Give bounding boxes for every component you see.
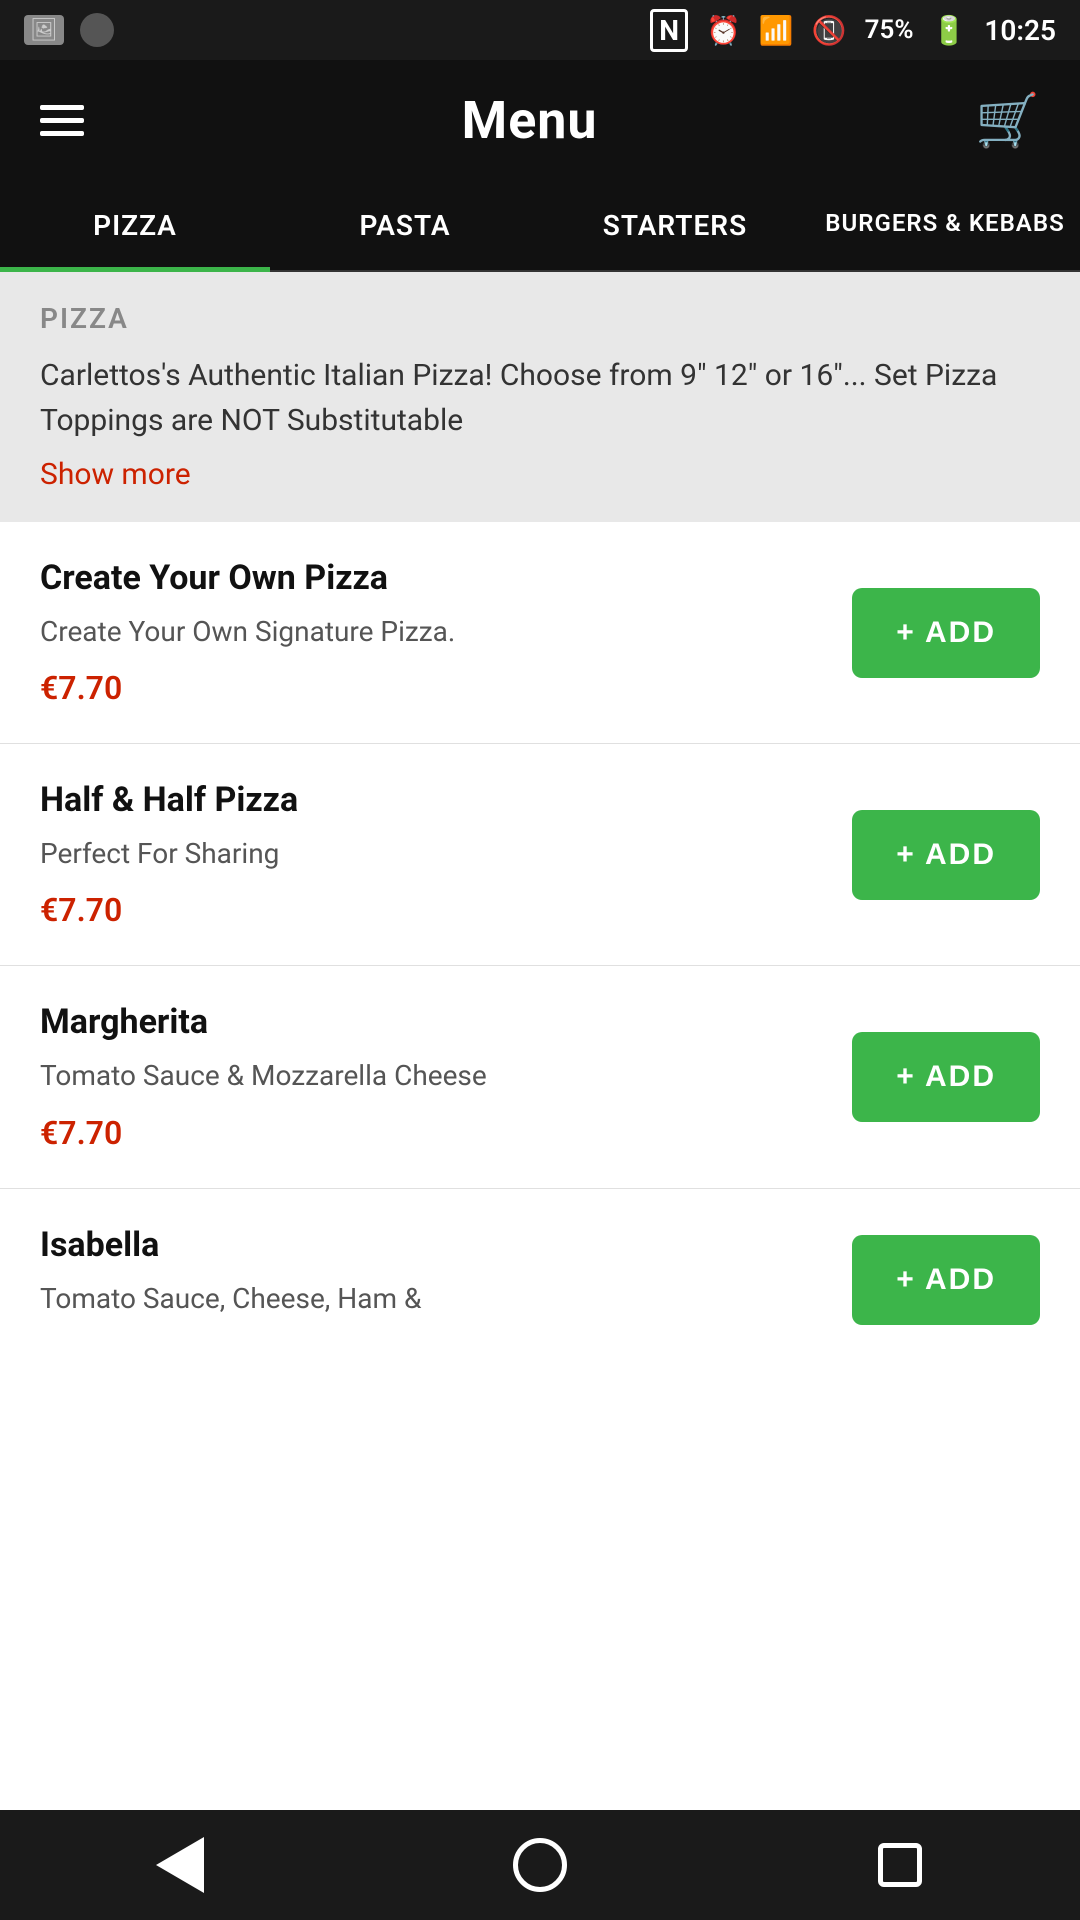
bottom-navigation bbox=[0, 1810, 1080, 1920]
menu-item-content: Create Your Own Pizza Create Your Own Si… bbox=[40, 558, 852, 707]
add-item-button[interactable]: + ADD bbox=[852, 1032, 1040, 1122]
menu-item-price: €7.70 bbox=[40, 1114, 822, 1152]
status-bar: 🖼 N ⏰ 📶 📵 75% 🔋 10:25 bbox=[0, 0, 1080, 60]
battery-level: 75% bbox=[865, 15, 914, 45]
menu-item-name: Margherita bbox=[40, 1002, 822, 1042]
recent-button[interactable] bbox=[870, 1835, 930, 1895]
add-item-button[interactable]: + ADD bbox=[852, 810, 1040, 900]
back-button[interactable] bbox=[150, 1835, 210, 1895]
circle-icon bbox=[80, 13, 114, 47]
cart-button[interactable]: 🛒 bbox=[975, 90, 1040, 151]
menu-item: Create Your Own Pizza Create Your Own Si… bbox=[0, 522, 1080, 744]
status-bar-left: 🖼 bbox=[24, 13, 114, 47]
menu-item-description: Tomato Sauce & Mozzarella Cheese bbox=[40, 1056, 822, 1095]
menu-list: Create Your Own Pizza Create Your Own Si… bbox=[0, 522, 1080, 1810]
nfc-icon: N bbox=[650, 9, 688, 52]
page-title: Menu bbox=[462, 90, 598, 151]
menu-item: Margherita Tomato Sauce & Mozzarella Che… bbox=[0, 966, 1080, 1188]
home-button[interactable] bbox=[510, 1835, 570, 1895]
section-description: Carlettos's Authentic Italian Pizza! Cho… bbox=[40, 353, 1040, 443]
section-title: PIZZA bbox=[40, 302, 1040, 335]
show-more-button[interactable]: Show more bbox=[40, 457, 1040, 492]
add-item-button[interactable]: + ADD bbox=[852, 1235, 1040, 1325]
menu-item-description: Create Your Own Signature Pizza. bbox=[40, 612, 822, 651]
menu-item-content: Isabella Tomato Sauce, Cheese, Ham & bbox=[40, 1225, 852, 1336]
tab-burgers[interactable]: BURGERS & KEBABS bbox=[810, 181, 1080, 270]
menu-item-description: Tomato Sauce, Cheese, Ham & bbox=[40, 1279, 822, 1318]
tab-pizza[interactable]: PIZZA bbox=[0, 181, 270, 270]
status-bar-right: N ⏰ 📶 📵 75% 🔋 10:25 bbox=[650, 9, 1056, 52]
menu-item-price: €7.70 bbox=[40, 891, 822, 929]
section-header: PIZZA Carlettos's Authentic Italian Pizz… bbox=[0, 272, 1080, 522]
tab-starters[interactable]: STARTERS bbox=[540, 181, 810, 270]
menu-item-name: Half & Half Pizza bbox=[40, 780, 822, 820]
photo-icon: 🖼 bbox=[24, 15, 64, 45]
menu-item-price: €7.70 bbox=[40, 669, 822, 707]
menu-item-name: Create Your Own Pizza bbox=[40, 558, 822, 598]
menu-item-name: Isabella bbox=[40, 1225, 822, 1265]
app-header: Menu 🛒 bbox=[0, 60, 1080, 181]
alarm-icon: ⏰ bbox=[706, 14, 741, 47]
menu-item: Half & Half Pizza Perfect For Sharing €7… bbox=[0, 744, 1080, 966]
wifi-icon: 📶 bbox=[759, 14, 794, 47]
menu-item-content: Margherita Tomato Sauce & Mozzarella Che… bbox=[40, 1002, 852, 1151]
add-item-button[interactable]: + ADD bbox=[852, 588, 1040, 678]
menu-item-content: Half & Half Pizza Perfect For Sharing €7… bbox=[40, 780, 852, 929]
tab-navigation: PIZZA PASTA STARTERS BURGERS & KEBABS bbox=[0, 181, 1080, 272]
battery-icon: 🔋 bbox=[932, 14, 967, 47]
sim-icon: 📵 bbox=[812, 14, 847, 47]
hamburger-menu-button[interactable] bbox=[40, 105, 84, 136]
tab-pasta[interactable]: PASTA bbox=[270, 181, 540, 270]
clock: 10:25 bbox=[984, 14, 1056, 47]
menu-item: Isabella Tomato Sauce, Cheese, Ham & + A… bbox=[0, 1189, 1080, 1346]
menu-item-description: Perfect For Sharing bbox=[40, 834, 822, 873]
